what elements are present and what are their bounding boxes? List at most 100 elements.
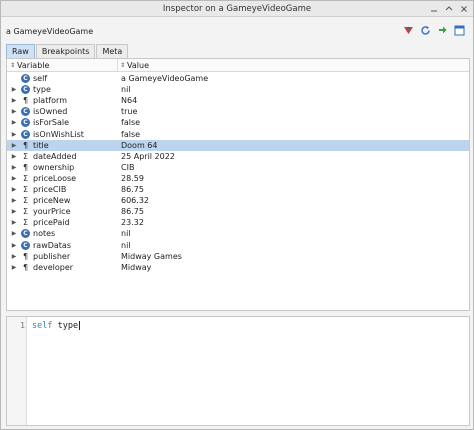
column-divider[interactable]: [117, 59, 118, 71]
table-row[interactable]: ▶ ¶ developer Midway: [7, 262, 469, 273]
table-row[interactable]: ▶ Ctype nil: [7, 84, 469, 95]
inspector-header: a GameyeVideoGame: [1, 20, 473, 42]
number-icon: Σ: [21, 195, 30, 206]
class-badge: C: [21, 85, 30, 95]
variable-name: priceLoose: [33, 173, 77, 183]
close-icon[interactable]: [458, 3, 469, 14]
sort-icon: ⇕: [10, 61, 16, 69]
expand-arrow-icon[interactable]: ▶: [11, 173, 17, 184]
expand-arrow-icon[interactable]: ▶: [11, 195, 17, 206]
variable-value: true: [121, 107, 138, 117]
expand-arrow-icon[interactable]: ▶: [11, 162, 17, 173]
type-symbol: ¶: [22, 96, 29, 106]
variable-value: nil: [121, 85, 131, 95]
table-row[interactable]: ▶ ΣpriceCIB 86.75: [7, 184, 469, 195]
expand-arrow-icon[interactable]: ▶: [11, 106, 17, 117]
table-row[interactable]: ▶ CisOnWishList false: [7, 129, 469, 140]
browse-arrow-icon[interactable]: [437, 25, 448, 36]
expand-arrow-icon[interactable]: ▶: [11, 151, 17, 162]
color-palette-icon[interactable]: [403, 25, 414, 36]
class-badge: C: [21, 229, 30, 239]
variable-value: Midway: [121, 262, 152, 272]
code-line[interactable]: self type: [32, 321, 81, 331]
expand-arrow-icon[interactable]: ▶: [11, 117, 17, 128]
class-icon: C: [21, 129, 30, 140]
window-title: Inspector on a GameyeVideoGame: [162, 3, 312, 14]
variable-value: Doom 64: [121, 140, 158, 150]
table-row[interactable]: ▶ CrawDatas nil: [7, 240, 469, 251]
variable-value: CIB: [121, 162, 135, 172]
refresh-icon[interactable]: [420, 25, 431, 36]
expand-arrow-icon[interactable]: ▶: [11, 84, 17, 95]
class-badge: C: [21, 107, 30, 117]
expand-arrow-icon[interactable]: ▶: [11, 206, 17, 217]
variable-name: rawDatas: [33, 240, 72, 250]
expand-arrow-icon[interactable]: ▶: [11, 262, 17, 273]
tab-meta[interactable]: Meta: [96, 44, 129, 58]
variable-name: isOnWishList: [33, 129, 84, 139]
maximize-icon[interactable]: [443, 3, 454, 14]
table-row[interactable]: ▶ CisForSale false: [7, 117, 469, 128]
code-keyword: self: [32, 321, 53, 331]
expand-arrow-icon[interactable]: ▶: [11, 240, 17, 251]
variables-table[interactable]: ⇕ Variable ⇕ Value Cself a GameyeVideoGam…: [6, 58, 470, 311]
expand-arrow-icon[interactable]: ▶: [11, 95, 17, 106]
inspector-window: Inspector on a GameyeVideoGame a GameyeV…: [0, 0, 474, 430]
table-row[interactable]: ▶ ΣyourPrice 86.75: [7, 206, 469, 217]
expand-arrow-icon[interactable]: ▶: [11, 251, 17, 262]
expand-arrow-icon[interactable]: ▶: [11, 217, 17, 228]
tab-breakpoints[interactable]: Breakpoints: [35, 44, 96, 58]
table-row[interactable]: ▶ CisOwned true: [7, 106, 469, 117]
value-column-header[interactable]: ⇕ Value: [120, 59, 149, 71]
table-row[interactable]: ▶ ΣpriceNew 606.32: [7, 195, 469, 206]
expand-arrow-icon[interactable]: ▶: [11, 140, 17, 151]
variable-name: dateAdded: [33, 151, 77, 161]
table-row[interactable]: ▶ ΣpriceLoose 28.59: [7, 173, 469, 184]
type-symbol: Σ: [22, 218, 29, 228]
variable-name: title: [33, 140, 49, 150]
variable-value: a GameyeVideoGame: [121, 74, 209, 83]
variable-name: publisher: [33, 251, 71, 261]
string-icon: ¶: [21, 140, 30, 151]
expand-arrow-icon[interactable]: ▶: [11, 228, 17, 239]
class-badge: C: [21, 118, 30, 128]
type-symbol: Σ: [22, 185, 29, 194]
type-symbol: ¶: [22, 262, 29, 272]
inspector-tabs: Raw Breakpoints Meta: [6, 44, 129, 58]
variable-value: false: [121, 118, 141, 128]
table-row[interactable]: Cself a GameyeVideoGame: [7, 73, 469, 84]
class-badge: C: [21, 240, 30, 250]
variable-value: N64: [121, 96, 138, 106]
variable-name: self: [33, 74, 48, 83]
string-icon: ¶: [21, 162, 30, 173]
expand-arrow-icon[interactable]: ▶: [11, 184, 17, 195]
variable-name: ownership: [33, 162, 75, 172]
table-row[interactable]: ▶ ΣpricePaid 23.32: [7, 217, 469, 228]
string-icon: ¶: [21, 262, 30, 273]
table-row[interactable]: ▶ Cnotes nil: [7, 228, 469, 239]
line-number: 1: [20, 321, 25, 330]
variable-value: 23.32: [121, 218, 144, 228]
class-icon: C: [21, 228, 30, 239]
table-row[interactable]: ▶ ¶ ownership CIB: [7, 162, 469, 173]
table-row[interactable]: ▶ ΣdateAdded 25 April 2022: [7, 151, 469, 162]
window-controls: [428, 3, 469, 14]
table-row[interactable]: ▶ ¶ platform N64: [7, 95, 469, 106]
table-row[interactable]: ▶ ¶ title Doom 64: [7, 139, 469, 151]
inspector-toolbar: [403, 25, 465, 36]
variable-value: Midway Games: [121, 251, 182, 261]
table-row[interactable]: ▶ ¶ publisher Midway Games: [7, 251, 469, 262]
line-number-gutter: 1: [7, 317, 27, 425]
type-symbol: Σ: [22, 173, 29, 183]
expand-arrow-icon[interactable]: ▶: [11, 129, 17, 140]
variable-value: nil: [121, 229, 131, 239]
minimize-icon[interactable]: [428, 3, 439, 14]
tab-raw[interactable]: Raw: [6, 44, 35, 58]
variable-column-header[interactable]: ⇕ Variable: [10, 59, 49, 71]
window-menu-icon[interactable]: [454, 25, 465, 36]
title-bar[interactable]: Inspector on a GameyeVideoGame: [1, 1, 473, 17]
code-editor[interactable]: 1 self type: [6, 316, 470, 426]
variable-value: 86.75: [121, 185, 144, 194]
variable-name: pricePaid: [33, 218, 70, 228]
type-symbol: Σ: [22, 207, 29, 217]
